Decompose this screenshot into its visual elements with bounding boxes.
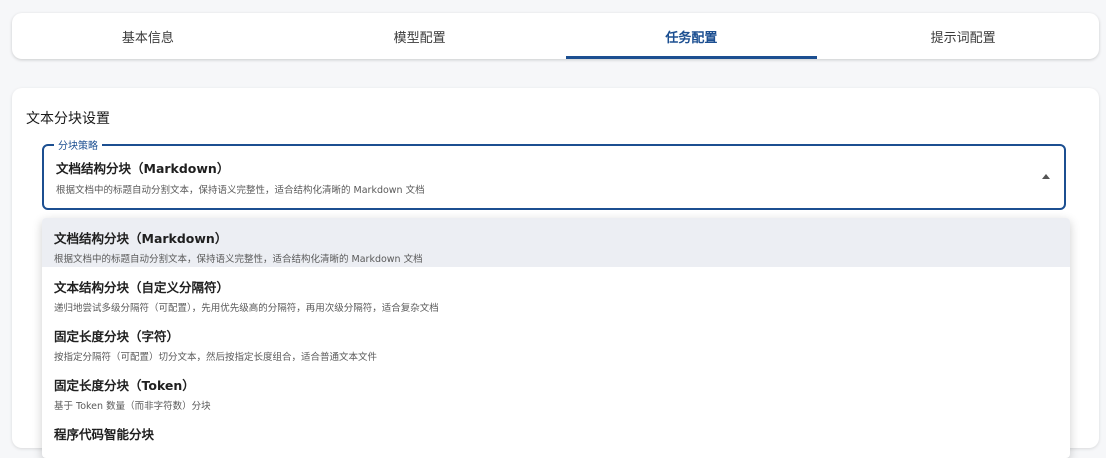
menu-item-fixed-token[interactable]: 固定长度分块（Token） 基于 Token 数量（而非字符数）分块	[42, 365, 1070, 414]
option-title: 文本结构分块（自定义分隔符）	[54, 280, 230, 295]
arrow-up-icon[interactable]	[1042, 174, 1050, 179]
tab-basic-info[interactable]: 基本信息	[12, 13, 284, 59]
chunk-strategy-select[interactable]: 分块策略 文档结构分块（Markdown） 根据文档中的标题自动分割文本，保持语…	[42, 137, 1066, 210]
option-desc: 基于 Token 数量（而非字符数）分块	[54, 401, 211, 412]
select-legend: 分块策略	[54, 137, 102, 152]
select-value-desc: 根据文档中的标题自动分割文本，保持语义完整性，适合结构化清晰的 Markdown…	[56, 185, 425, 196]
select-current-value: 文档结构分块（Markdown） 根据文档中的标题自动分割文本，保持语义完整性，…	[56, 158, 425, 196]
menu-item-markdown[interactable]: 文档结构分块（Markdown） 根据文档中的标题自动分割文本，保持语义完整性，…	[42, 218, 1070, 267]
tab-task-config[interactable]: 任务配置	[556, 13, 828, 59]
option-title: 固定长度分块（字符）	[54, 329, 180, 344]
menu-item-fixed-char[interactable]: 固定长度分块（字符） 按指定分隔符（可配置）切分文本，然后按指定长度组合，适合普…	[42, 316, 1070, 365]
option-title: 固定长度分块（Token）	[54, 378, 195, 393]
tab-prompt-config[interactable]: 提示词配置	[827, 13, 1099, 59]
tab-model-config[interactable]: 模型配置	[284, 13, 556, 59]
chunk-strategy-menu: 文档结构分块（Markdown） 根据文档中的标题自动分割文本，保持语义完整性，…	[42, 218, 1070, 458]
select-value-title: 文档结构分块（Markdown）	[56, 161, 230, 176]
tab-bar: 基本信息 模型配置 任务配置 提示词配置	[12, 13, 1099, 59]
option-desc: 递归地尝试多级分隔符（可配置），先用优先级高的分隔符，再用次级分隔符，适合复杂文…	[54, 303, 439, 314]
menu-item-custom-separator[interactable]: 文本结构分块（自定义分隔符） 递归地尝试多级分隔符（可配置），先用优先级高的分隔…	[42, 267, 1070, 316]
option-desc: 根据文档中的标题自动分割文本，保持语义完整性，适合结构化清晰的 Markdown…	[54, 254, 423, 265]
section-title: 文本分块设置	[26, 111, 110, 127]
option-title: 程序代码智能分块	[54, 427, 155, 442]
menu-item-code[interactable]: 程序代码智能分块	[42, 414, 1070, 458]
option-title: 文档结构分块（Markdown）	[54, 231, 228, 246]
option-desc: 按指定分隔符（可配置）切分文本，然后按指定长度组合，适合普通文本文件	[54, 352, 378, 363]
